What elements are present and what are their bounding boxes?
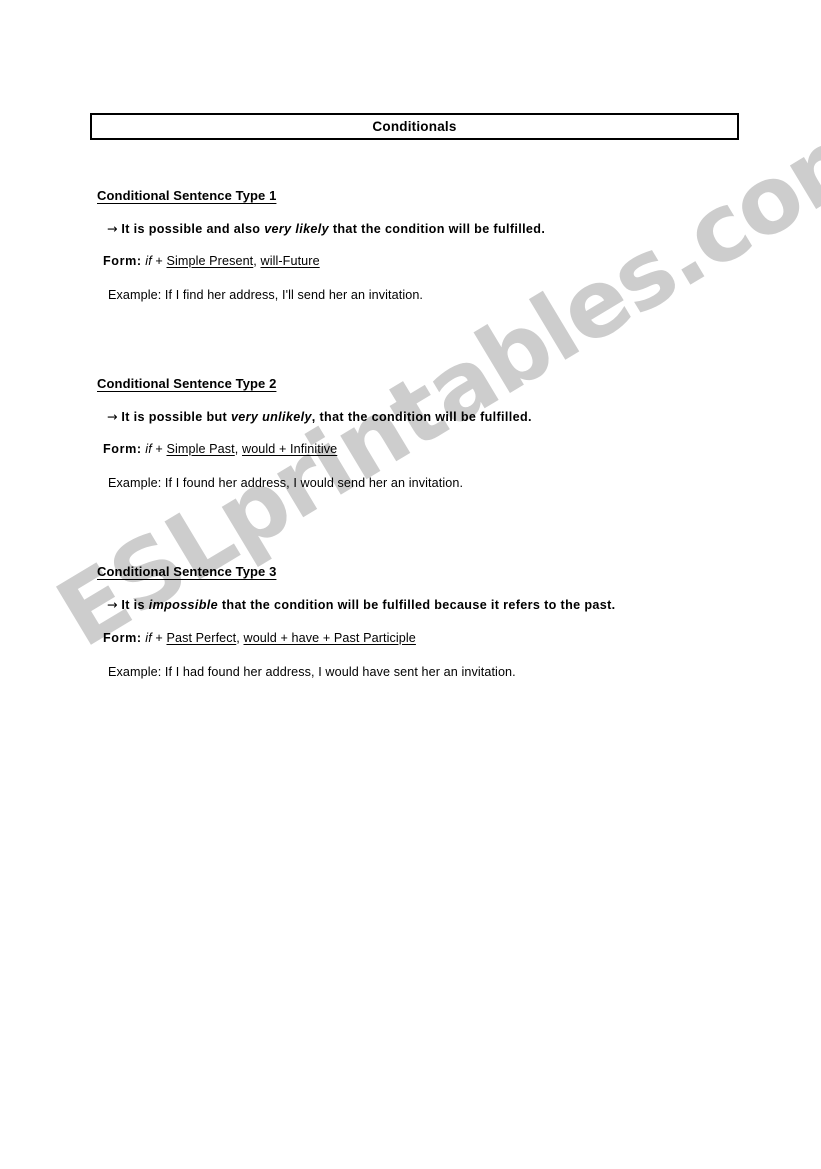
form-if-word: if <box>145 254 152 268</box>
form-clause-1: Past Perfect <box>166 631 237 645</box>
section-statement-type-1: → It is possible and also very likely th… <box>107 221 545 236</box>
section-heading-type-2: Conditional Sentence Type 2 <box>97 376 277 391</box>
form-clause-2: would + have + Past Participle <box>243 631 416 645</box>
section-form-type-1: Form: if + Simple Present, will-Future <box>103 254 320 268</box>
statement-text-before: It is <box>121 598 149 612</box>
arrow-icon: → <box>107 597 118 612</box>
section-heading-type-3: Conditional Sentence Type 3 <box>97 564 277 579</box>
example-sentence: If I find her address, I'll send her an … <box>164 288 424 302</box>
statement-text-after: , that the condition will be fulfilled. <box>311 410 532 424</box>
section-form-type-2: Form: if + Simple Past, would + Infiniti… <box>103 442 337 456</box>
form-plus: + <box>155 442 163 456</box>
form-clause-2: will-Future <box>260 254 320 268</box>
form-plus: + <box>155 631 163 645</box>
section-statement-type-2: → It is possible but very unlikely, that… <box>107 409 532 424</box>
section-heading-type-1: Conditional Sentence Type 1 <box>97 188 277 203</box>
section-example-type-3: Example: If I had found her address, I w… <box>108 665 516 679</box>
example-sentence: If I found her address, I would send her… <box>164 476 464 490</box>
form-clause-1: Simple Past <box>166 442 235 456</box>
example-label: Example: <box>108 288 162 302</box>
form-label: Form: <box>103 254 142 268</box>
arrow-icon: → <box>107 409 118 424</box>
form-separator: , <box>234 442 239 456</box>
form-separator: , <box>253 254 257 268</box>
worksheet-page: Conditionals Conditional Sentence Type 1… <box>0 0 821 1169</box>
statement-emphasis: impossible <box>148 598 219 612</box>
page-title: Conditionals <box>372 118 457 134</box>
example-label: Example: <box>108 476 162 490</box>
statement-emphasis: very unlikely <box>230 410 312 424</box>
statement-emphasis: very likely <box>264 222 329 236</box>
form-separator: , <box>236 631 240 645</box>
form-clause-1: Simple Present <box>166 254 254 268</box>
page-title-box: Conditionals <box>90 113 739 140</box>
arrow-icon: → <box>107 221 118 236</box>
form-clause-2: would + Infinitive <box>242 442 338 456</box>
example-sentence: If I had found her address, I would have… <box>164 665 516 679</box>
section-statement-type-3: → It is impossible that the condition wi… <box>107 597 615 612</box>
section-form-type-3: Form: if + Past Perfect, would + have + … <box>103 631 416 645</box>
example-label: Example: <box>108 665 162 679</box>
statement-text-before: It is possible but <box>121 410 231 424</box>
form-if-word: if <box>145 442 152 456</box>
form-label: Form: <box>103 442 142 456</box>
form-label: Form: <box>103 631 142 645</box>
statement-text-before: It is possible and also <box>121 222 265 236</box>
statement-text-after: that the condition will be fulfilled bec… <box>218 598 616 612</box>
form-plus: + <box>155 254 163 268</box>
section-example-type-1: Example: If I find her address, I'll sen… <box>108 288 423 302</box>
statement-text-after: that the condition will be fulfilled. <box>328 222 546 236</box>
form-if-word: if <box>145 631 152 645</box>
section-example-type-2: Example: If I found her address, I would… <box>108 476 463 490</box>
